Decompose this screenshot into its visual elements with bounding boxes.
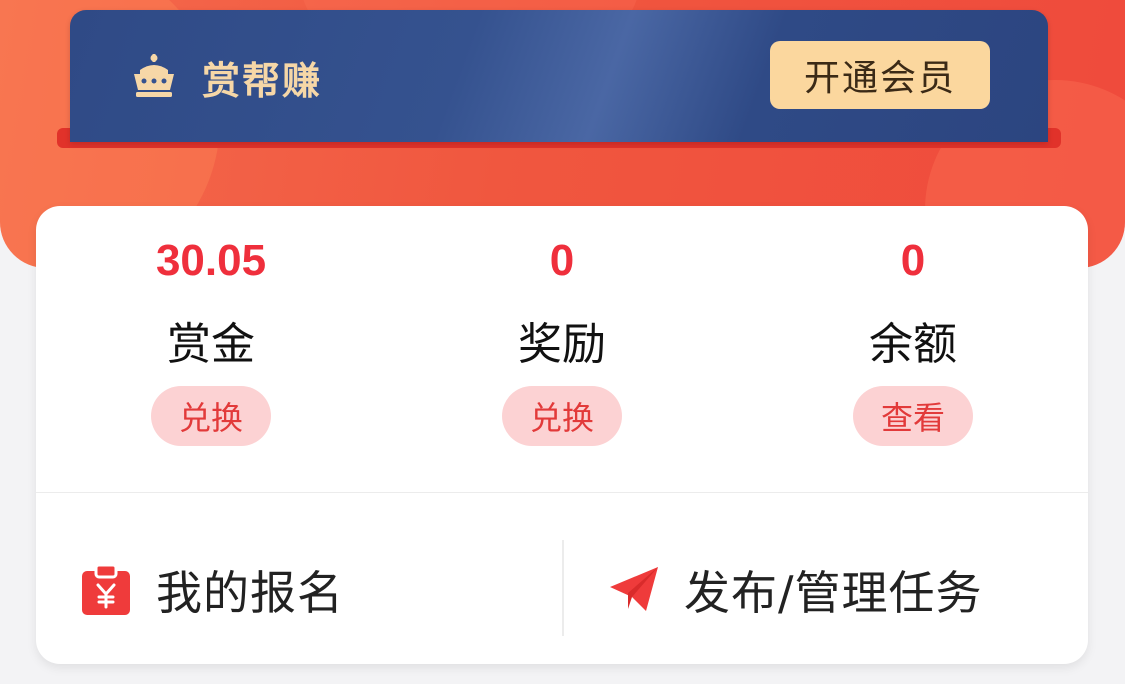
- publish-manage-tasks-label: 发布/管理任务: [684, 566, 983, 620]
- my-signups-button[interactable]: 我的报名: [80, 552, 344, 628]
- publish-manage-tasks-button[interactable]: 发布/管理任务: [608, 552, 983, 628]
- exchange-reward-button[interactable]: 兑换: [502, 386, 622, 446]
- stat-value: 30.05: [155, 236, 267, 285]
- stat-label: 奖励: [518, 319, 606, 370]
- open-membership-button[interactable]: 开通会员: [770, 41, 990, 109]
- stat-label: 赏金: [167, 319, 255, 370]
- wallet-card: 30.05 赏金 兑换 0 奖励 兑换 0 余额 查看 我的报名 发布/管理任务: [36, 206, 1088, 664]
- yen-clipboard-icon: [82, 563, 130, 615]
- divider: [36, 492, 1088, 493]
- vip-title: 赏帮赚: [202, 59, 323, 103]
- divider: [562, 540, 564, 636]
- view-balance-button[interactable]: 查看: [853, 386, 973, 446]
- stat-value: 0: [549, 236, 575, 285]
- stat-value: 0: [900, 236, 926, 285]
- exchange-bounty-button[interactable]: 兑换: [151, 386, 271, 446]
- crown-icon: [134, 54, 174, 97]
- paper-plane-icon: [610, 567, 658, 611]
- stat-label: 余额: [869, 319, 957, 370]
- my-signups-label: 我的报名: [156, 566, 344, 620]
